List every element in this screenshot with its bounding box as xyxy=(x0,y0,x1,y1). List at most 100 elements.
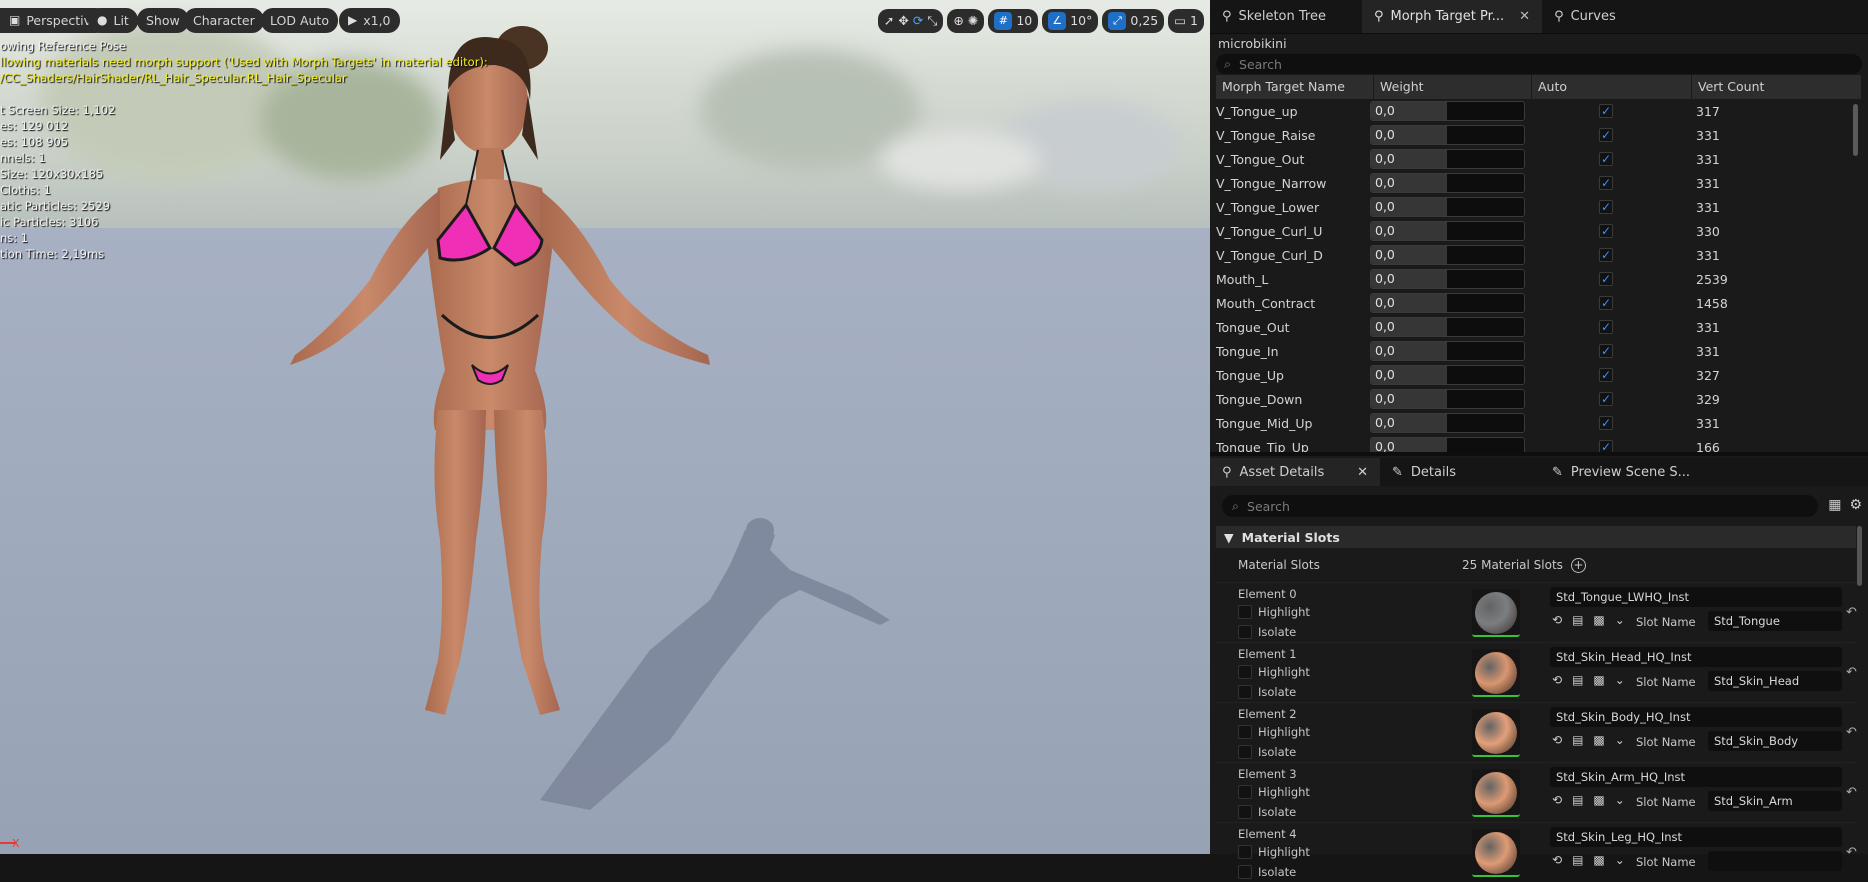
browse-folder-icon[interactable]: ▤ xyxy=(1572,673,1583,687)
auto-checkbox[interactable]: ✓ xyxy=(1599,128,1613,142)
checker-icon[interactable]: ▩ xyxy=(1593,613,1604,627)
browse-folder-icon[interactable]: ▤ xyxy=(1572,853,1583,867)
weight-input[interactable]: 0,0 xyxy=(1370,245,1525,265)
chevron-down-icon[interactable]: ⌄ xyxy=(1615,673,1625,687)
table-row[interactable]: V_Tongue_Narrow 0,0 ✓ 331 xyxy=(1210,171,1868,195)
rotation-snap-button[interactable]: ∠ 10° xyxy=(1042,8,1099,33)
details-search-input[interactable]: ⌕ Search xyxy=(1222,495,1818,517)
table-row[interactable]: V_Tongue_Raise 0,0 ✓ 331 xyxy=(1210,123,1868,147)
highlight-checkbox[interactable]: Highlight xyxy=(1238,845,1310,859)
tab-preview-scene[interactable]: ✎ Preview Scene S... xyxy=(1540,458,1702,486)
isolate-checkbox[interactable]: Isolate xyxy=(1238,745,1296,759)
reset-arrow-icon[interactable]: ⟲ xyxy=(1552,673,1562,687)
table-row[interactable]: Mouth_L 0,0 ✓ 2539 xyxy=(1210,267,1868,291)
tab-curves[interactable]: ⚲ Curves xyxy=(1542,0,1628,33)
material-thumbnail[interactable] xyxy=(1472,769,1520,817)
auto-checkbox[interactable]: ✓ xyxy=(1599,296,1613,310)
table-row[interactable]: Tongue_Out 0,0 ✓ 331 xyxy=(1210,315,1868,339)
weight-input[interactable]: 0,0 xyxy=(1370,341,1525,361)
character-button[interactable]: Character xyxy=(184,8,264,33)
reset-arrow-icon[interactable]: ⟲ xyxy=(1552,733,1562,747)
playback-speed-button[interactable]: ▶ x1,0 xyxy=(339,8,400,33)
weight-input[interactable]: 0,0 xyxy=(1370,317,1525,337)
chevron-down-icon[interactable]: ⌄ xyxy=(1615,793,1625,807)
translate-icon[interactable]: ✥ xyxy=(898,13,908,28)
world-icon[interactable]: ⊕ xyxy=(953,13,963,28)
checker-icon[interactable]: ▩ xyxy=(1593,853,1604,867)
scale-snap-button[interactable]: ⤢ 0,25 xyxy=(1102,8,1165,33)
reset-to-default-icon[interactable]: ↶ xyxy=(1846,605,1857,620)
table-row[interactable]: Tongue_Down 0,0 ✓ 329 xyxy=(1210,387,1868,411)
weight-input[interactable]: 0,0 xyxy=(1370,293,1525,313)
column-header-vert-count[interactable]: Vert Count xyxy=(1692,75,1862,99)
slot-name-input[interactable]: Std_Tongue xyxy=(1708,611,1842,631)
reset-arrow-icon[interactable]: ⟲ xyxy=(1552,613,1562,627)
rotate-icon[interactable]: ⟳ xyxy=(913,13,923,28)
grid-snap-button[interactable]: # 10 xyxy=(988,8,1039,33)
column-header-weight[interactable]: Weight xyxy=(1374,75,1532,99)
tab-morph-target-preview[interactable]: ⚲ Morph Target Pr... ✕ xyxy=(1361,0,1543,33)
auto-checkbox[interactable]: ✓ xyxy=(1599,104,1613,118)
auto-checkbox[interactable]: ✓ xyxy=(1599,368,1613,382)
reset-to-default-icon[interactable]: ↶ xyxy=(1846,725,1857,740)
table-row[interactable]: V_Tongue_Lower 0,0 ✓ 331 xyxy=(1210,195,1868,219)
checker-icon[interactable]: ▩ xyxy=(1593,673,1604,687)
checker-icon[interactable]: ▩ xyxy=(1593,793,1604,807)
table-row[interactable]: Tongue_Tip_Up 0,0 ✓ 166 xyxy=(1210,435,1868,452)
checker-icon[interactable]: ▩ xyxy=(1593,733,1604,747)
table-row[interactable]: Tongue_Up 0,0 ✓ 327 xyxy=(1210,363,1868,387)
slot-name-input[interactable] xyxy=(1708,851,1842,871)
close-icon[interactable]: ✕ xyxy=(1357,465,1368,480)
select-icon[interactable]: ➚ xyxy=(884,13,894,28)
material-asset-field[interactable]: Std_Skin_Arm_HQ_Inst xyxy=(1550,767,1842,787)
surface-snap-icon[interactable]: ✺ xyxy=(968,13,978,28)
slot-name-input[interactable]: Std_Skin_Head xyxy=(1708,671,1842,691)
close-icon[interactable]: ✕ xyxy=(1519,9,1530,24)
chevron-down-icon[interactable]: ⌄ xyxy=(1615,613,1625,627)
auto-checkbox[interactable]: ✓ xyxy=(1599,416,1613,430)
material-asset-field[interactable]: Std_Skin_Leg_HQ_Inst xyxy=(1550,827,1842,847)
morph-scrollbar[interactable] xyxy=(1853,104,1858,156)
auto-checkbox[interactable]: ✓ xyxy=(1599,392,1613,406)
auto-checkbox[interactable]: ✓ xyxy=(1599,248,1613,262)
table-view-icon[interactable]: ▦ xyxy=(1828,497,1841,513)
scale-icon[interactable]: ⤡ xyxy=(927,13,937,29)
material-asset-field[interactable]: Std_Tongue_LWHQ_Inst xyxy=(1550,587,1842,607)
tab-asset-details[interactable]: ⚲ Asset Details ✕ xyxy=(1210,458,1380,486)
panel-splitter[interactable] xyxy=(1210,452,1868,456)
reset-to-default-icon[interactable]: ↶ xyxy=(1846,665,1857,680)
weight-input[interactable]: 0,0 xyxy=(1370,173,1525,193)
auto-checkbox[interactable]: ✓ xyxy=(1599,152,1613,166)
material-thumbnail[interactable] xyxy=(1472,709,1520,757)
table-row[interactable]: V_Tongue_Out 0,0 ✓ 331 xyxy=(1210,147,1868,171)
show-button[interactable]: Show xyxy=(137,8,189,33)
auto-checkbox[interactable]: ✓ xyxy=(1599,320,1613,334)
browse-folder-icon[interactable]: ▤ xyxy=(1572,613,1583,627)
browse-folder-icon[interactable]: ▤ xyxy=(1572,793,1583,807)
settings-gear-icon[interactable]: ⚙ xyxy=(1849,497,1862,513)
auto-checkbox[interactable]: ✓ xyxy=(1599,224,1613,238)
morph-search-input[interactable]: ⌕ Search xyxy=(1216,54,1862,74)
material-thumbnail[interactable] xyxy=(1472,649,1520,697)
table-row[interactable]: V_Tongue_up 0,0 ✓ 317 xyxy=(1210,99,1868,123)
weight-input[interactable]: 0,0 xyxy=(1370,221,1525,241)
highlight-checkbox[interactable]: Highlight xyxy=(1238,665,1310,679)
isolate-checkbox[interactable]: Isolate xyxy=(1238,865,1296,879)
lit-button[interactable]: ● Lit xyxy=(88,8,138,33)
weight-input[interactable]: 0,0 xyxy=(1370,125,1525,145)
camera-speed-button[interactable]: ▭ 1 xyxy=(1168,8,1204,33)
details-scrollbar[interactable] xyxy=(1857,526,1862,586)
reset-to-default-icon[interactable]: ↶ xyxy=(1846,785,1857,800)
chevron-down-icon[interactable]: ⌄ xyxy=(1615,733,1625,747)
viewport[interactable]: ▣ Perspective ● Lit Show Character LOD A… xyxy=(0,0,1210,854)
table-row[interactable]: Mouth_Contract 0,0 ✓ 1458 xyxy=(1210,291,1868,315)
weight-input[interactable]: 0,0 xyxy=(1370,149,1525,169)
table-row[interactable]: Tongue_Mid_Up 0,0 ✓ 331 xyxy=(1210,411,1868,435)
tab-skeleton-tree[interactable]: ⚲ Skeleton Tree xyxy=(1210,0,1338,33)
column-header-name[interactable]: Morph Target Name xyxy=(1216,75,1374,99)
auto-checkbox[interactable]: ✓ xyxy=(1599,344,1613,358)
lod-button[interactable]: LOD Auto xyxy=(261,8,338,33)
weight-input[interactable]: 0,0 xyxy=(1370,437,1525,452)
table-row[interactable]: V_Tongue_Curl_D 0,0 ✓ 331 xyxy=(1210,243,1868,267)
column-header-auto[interactable]: Auto xyxy=(1532,75,1692,99)
